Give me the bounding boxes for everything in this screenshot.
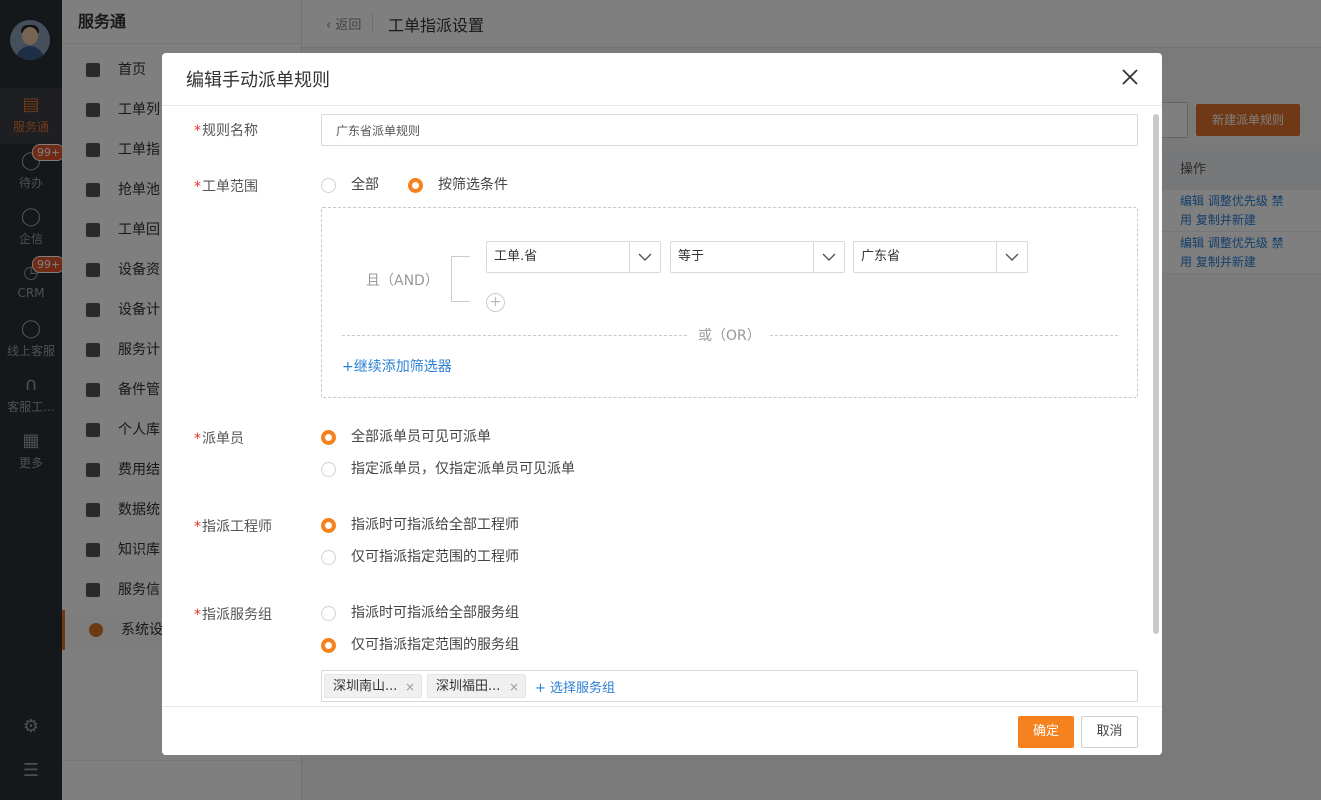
remove-tag-icon[interactable]: ×: [509, 675, 519, 699]
chevron-down-icon: [813, 242, 844, 272]
filter-group: 且（AND） 工单.省 等于 广东省 + 或（OR） +继续添加筛选器: [321, 207, 1138, 398]
select-service-group-link[interactable]: + 选择服务组: [535, 677, 615, 696]
chevron-down-icon: [996, 242, 1027, 272]
dispatcher-option-specified[interactable]: 指定派单员，仅指定派单员可见派单: [321, 459, 575, 479]
scope-option-all[interactable]: 全部: [321, 175, 379, 195]
condition-operator-select[interactable]: 等于: [670, 241, 845, 273]
or-divider-left: [342, 335, 687, 336]
radio-icon: [321, 606, 336, 621]
condition-value-select[interactable]: 广东省: [853, 241, 1028, 273]
service-group-tag: 深圳福田... ×: [427, 674, 526, 698]
dialog-title: 编辑手动派单规则: [186, 70, 330, 91]
service-group-label: *指派服务组: [194, 607, 272, 623]
service-group-selector[interactable]: 深圳南山... × 深圳福田... × + 选择服务组: [321, 670, 1138, 702]
confirm-button[interactable]: 确定: [1018, 716, 1074, 748]
remove-tag-icon[interactable]: ×: [405, 675, 415, 699]
dialog-footer: 确定 取消: [162, 706, 1162, 755]
radio-checked-icon: [321, 430, 336, 445]
scope-label: *工单范围: [194, 179, 258, 195]
dispatcher-label: *派单员: [194, 431, 244, 447]
dispatcher-option-all[interactable]: 全部派单员可见可派单: [321, 427, 491, 447]
engineer-option-all[interactable]: 指派时可指派给全部工程师: [321, 515, 519, 535]
dialog-header: 编辑手动派单规则: [162, 53, 1162, 106]
edit-rule-dialog: 编辑手动派单规则 *规则名称 *工单范围 全部 按筛选条件 且（AND） 工单.…: [162, 53, 1162, 755]
service-group-tag: 深圳南山... ×: [324, 674, 422, 698]
engineer-label: *指派工程师: [194, 519, 272, 535]
add-filter-link[interactable]: +继续添加筛选器: [342, 356, 452, 376]
chevron-down-icon: [629, 242, 660, 272]
radio-icon: [321, 462, 336, 477]
dialog-scrollbar[interactable]: [1153, 114, 1159, 634]
radio-checked-icon: [408, 178, 423, 193]
condition-field-select[interactable]: 工单.省: [486, 241, 661, 273]
radio-icon: [321, 550, 336, 565]
rule-name-label: *规则名称: [194, 123, 258, 139]
radio-checked-icon: [321, 518, 336, 533]
and-label: 且（AND）: [366, 273, 439, 289]
engineer-option-specified[interactable]: 仅可指派指定范围的工程师: [321, 547, 519, 567]
radio-checked-icon: [321, 638, 336, 653]
and-bracket: [451, 256, 470, 302]
add-condition-icon[interactable]: +: [486, 293, 505, 312]
rule-name-input[interactable]: [321, 114, 1138, 146]
or-label: 或（OR）: [698, 328, 761, 344]
service-group-option-all[interactable]: 指派时可指派给全部服务组: [321, 603, 519, 623]
or-divider-right: [770, 335, 1118, 336]
dialog-body: *规则名称 *工单范围 全部 按筛选条件 且（AND） 工单.省 等于 广东省 …: [162, 106, 1162, 706]
cancel-button[interactable]: 取消: [1081, 716, 1138, 748]
close-icon[interactable]: [1120, 67, 1140, 87]
scope-option-filter[interactable]: 按筛选条件: [408, 175, 508, 195]
radio-icon: [321, 178, 336, 193]
service-group-option-specified[interactable]: 仅可指派指定范围的服务组: [321, 635, 519, 655]
